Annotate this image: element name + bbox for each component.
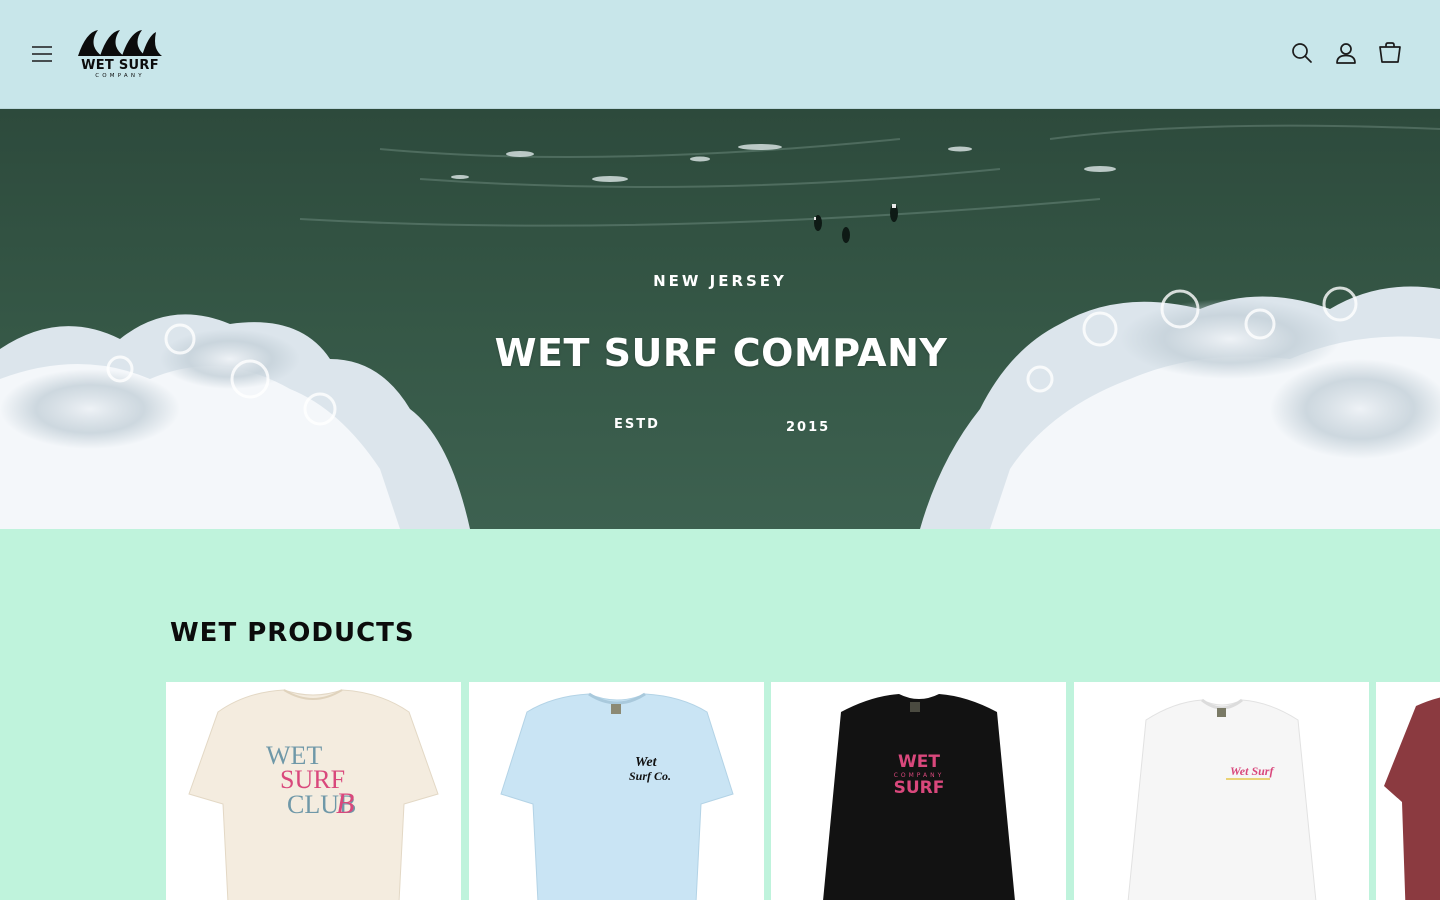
product-image: Wet Surf <box>1127 698 1317 900</box>
logo-wordmark: WET SURF <box>81 58 159 73</box>
hero-banner: NEW JERSEY WET SURF COMPANY ESTD 2015 <box>0 109 1440 529</box>
print-line-2: Surf Co. <box>629 769 671 783</box>
account-icon[interactable] <box>1333 40 1359 66</box>
products-section-title: WET PRODUCTS <box>170 618 415 648</box>
hero-kicker: NEW JERSEY <box>653 272 787 290</box>
product-card[interactable]: Wet Surf <box>1074 682 1369 900</box>
hero-title: WET SURF COMPANY <box>494 331 948 375</box>
print-line-3: SURF <box>894 778 945 798</box>
product-image <box>1384 697 1440 900</box>
hero-text: NEW JERSEY WET SURF COMPANY ESTD 2015 <box>0 109 1440 529</box>
product-image: WET COMPANY SURF <box>823 694 1015 900</box>
product-card[interactable]: WET COMPANY SURF <box>771 682 1066 900</box>
product-carousel[interactable]: WET SURF CLUB B Wet Surf Co. WET COMPANY… <box>166 682 1440 900</box>
hero-year: 2015 <box>786 420 831 435</box>
product-image: WET SURF CLUB B <box>188 689 439 900</box>
site-header: WET SURF COMPANY <box>0 0 1440 109</box>
print-monogram: B <box>336 787 354 820</box>
product-card[interactable]: Wet Surf Co. <box>469 682 764 900</box>
product-card[interactable]: WET SURF CLUB B <box>166 682 461 900</box>
hero-estd-label: ESTD <box>614 417 660 432</box>
print-line-1: Wet <box>635 755 658 770</box>
cart-icon[interactable] <box>1377 40 1403 66</box>
logo-waves-icon <box>78 30 162 56</box>
product-card[interactable] <box>1376 682 1440 900</box>
menu-icon[interactable] <box>28 40 56 68</box>
print-line-1: Wet Surf <box>1230 764 1274 778</box>
search-icon[interactable] <box>1289 40 1315 66</box>
logo[interactable]: WET SURF COMPANY <box>76 28 164 82</box>
product-image: Wet Surf Co. <box>500 692 734 900</box>
print-line-1: WET <box>898 752 940 772</box>
logo-subtitle: COMPANY <box>95 73 145 79</box>
